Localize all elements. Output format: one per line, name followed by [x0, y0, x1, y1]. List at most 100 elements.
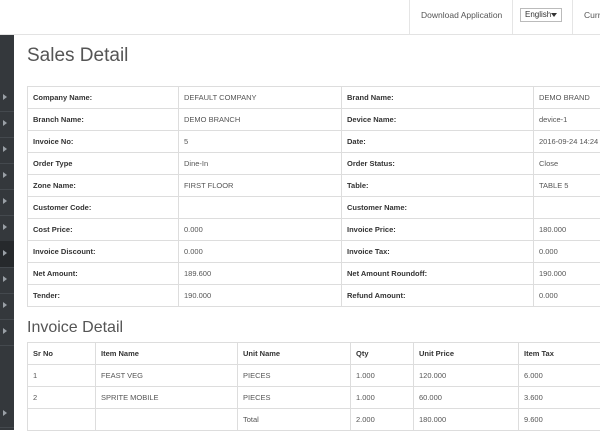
download-application-link[interactable]: Download Application: [421, 10, 502, 20]
sidebar-item[interactable]: [0, 189, 14, 216]
field-value: 189.600: [179, 263, 342, 285]
field-value: 190.000: [179, 285, 342, 307]
sidebar-item[interactable]: [0, 293, 14, 320]
field-label: Customer Code:: [28, 197, 179, 219]
invoice-detail-heading: Invoice Detail: [27, 319, 123, 337]
table-cell: 3.600: [519, 387, 600, 409]
sales-detail-row: Customer Code: Customer Name:: [28, 197, 600, 219]
field-label: Zone Name:: [28, 175, 179, 197]
sidebar-item[interactable]: [0, 215, 14, 242]
field-value: TABLE 5: [534, 175, 600, 197]
sales-detail-row: Tender: 190.000 Refund Amount: 0.000: [28, 285, 600, 307]
invoice-items-table: Sr No Item Name Unit Name Qty Unit Price…: [27, 342, 600, 431]
column-header[interactable]: Unit Price: [414, 343, 519, 365]
field-label: Tender:: [28, 285, 179, 307]
page-title: Sales Detail: [27, 45, 128, 67]
column-header[interactable]: Unit Name: [238, 343, 351, 365]
table-cell: [28, 409, 96, 431]
chevron-right-icon: [3, 198, 7, 204]
field-label: Invoice Price:: [342, 219, 534, 241]
chevron-right-icon: [3, 250, 7, 256]
sidebar-item[interactable]: [0, 85, 14, 112]
field-value: 190.000: [534, 263, 600, 285]
field-label: Customer Name:: [342, 197, 534, 219]
chevron-right-icon: [3, 276, 7, 282]
total-item-tax: 9.600: [519, 409, 600, 431]
field-value: device-1: [534, 109, 600, 131]
sales-detail-table: Company Name: DEFAULT COMPANY Brand Name…: [27, 86, 600, 307]
field-label: Order Type: [28, 153, 179, 175]
field-label: Net Amount:: [28, 263, 179, 285]
sidebar-item[interactable]: [0, 111, 14, 138]
topbar-divider: [409, 0, 410, 34]
table-row: 2 SPRITE MOBILE PIECES 1.000 60.000 3.60…: [28, 387, 600, 409]
sidebar-item[interactable]: [0, 137, 14, 164]
field-value: [534, 197, 600, 219]
sidebar-item[interactable]: [0, 319, 14, 346]
field-value: 0.000: [534, 285, 600, 307]
table-cell: 6.000: [519, 365, 600, 387]
column-header[interactable]: Sr No: [28, 343, 96, 365]
currency-menu[interactable]: Curr: [584, 10, 600, 20]
field-label: Invoice Discount:: [28, 241, 179, 263]
chevron-right-icon: [3, 302, 7, 308]
sidebar-item[interactable]: [0, 267, 14, 294]
field-label: Date:: [342, 131, 534, 153]
sidebar-item-active[interactable]: [0, 241, 14, 268]
field-label: Invoice Tax:: [342, 241, 534, 263]
topbar-divider: [572, 0, 573, 34]
chevron-right-icon: [3, 172, 7, 178]
sales-detail-row: Order Type Dine-In Order Status: Close: [28, 153, 600, 175]
total-label: Total: [238, 409, 351, 431]
field-label: Order Status:: [342, 153, 534, 175]
table-cell: 1.000: [351, 387, 414, 409]
field-label: Branch Name:: [28, 109, 179, 131]
top-bar: Download Application English Curr: [0, 0, 600, 35]
column-header[interactable]: Qty: [351, 343, 414, 365]
sales-detail-row: Zone Name: FIRST FLOOR Table: TABLE 5: [28, 175, 600, 197]
table-cell: 1: [28, 365, 96, 387]
table-cell: SPRITE MOBILE: [96, 387, 238, 409]
column-header[interactable]: Item Name: [96, 343, 238, 365]
sidebar-item[interactable]: [0, 163, 14, 190]
field-value: 0.000: [179, 219, 342, 241]
column-header[interactable]: Item Tax: [519, 343, 600, 365]
chevron-right-icon: [3, 410, 7, 416]
topbar-divider: [512, 0, 513, 34]
field-value: [179, 197, 342, 219]
total-row: Total 2.000 180.000 9.600: [28, 409, 600, 431]
sales-detail-row: Cost Price: 0.000 Invoice Price: 180.000: [28, 219, 600, 241]
field-label: Cost Price:: [28, 219, 179, 241]
field-value: 0.000: [179, 241, 342, 263]
field-value: Dine-In: [179, 153, 342, 175]
field-value: 180.000: [534, 219, 600, 241]
table-cell: [96, 409, 238, 431]
table-row: 1 FEAST VEG PIECES 1.000 120.000 6.000: [28, 365, 600, 387]
table-cell: PIECES: [238, 365, 351, 387]
chevron-right-icon: [3, 224, 7, 230]
chevron-right-icon: [3, 120, 7, 126]
field-value: DEFAULT COMPANY: [179, 87, 342, 109]
field-label: Brand Name:: [342, 87, 534, 109]
table-cell: 1.000: [351, 365, 414, 387]
chevron-right-icon: [3, 328, 7, 334]
sales-detail-row: Net Amount: 189.600 Net Amount Roundoff:…: [28, 263, 600, 285]
chevron-right-icon: [3, 146, 7, 152]
field-label: Company Name:: [28, 87, 179, 109]
table-cell: 60.000: [414, 387, 519, 409]
field-value: 5: [179, 131, 342, 153]
total-unit-price: 180.000: [414, 409, 519, 431]
field-label: Invoice No:: [28, 131, 179, 153]
sales-detail-row: Invoice No: 5 Date: 2016-09-24 14:24: [28, 131, 600, 153]
table-cell: PIECES: [238, 387, 351, 409]
field-value: DEMO BRANCH: [179, 109, 342, 131]
total-qty: 2.000: [351, 409, 414, 431]
table-header-row: Sr No Item Name Unit Name Qty Unit Price…: [28, 343, 600, 365]
field-value: FIRST FLOOR: [179, 175, 342, 197]
field-value: DEMO BRAND: [534, 87, 600, 109]
field-label: Device Name:: [342, 109, 534, 131]
sidebar-item[interactable]: [0, 401, 14, 428]
language-select[interactable]: English: [520, 8, 562, 22]
table-cell: 2: [28, 387, 96, 409]
chevron-right-icon: [3, 94, 7, 100]
